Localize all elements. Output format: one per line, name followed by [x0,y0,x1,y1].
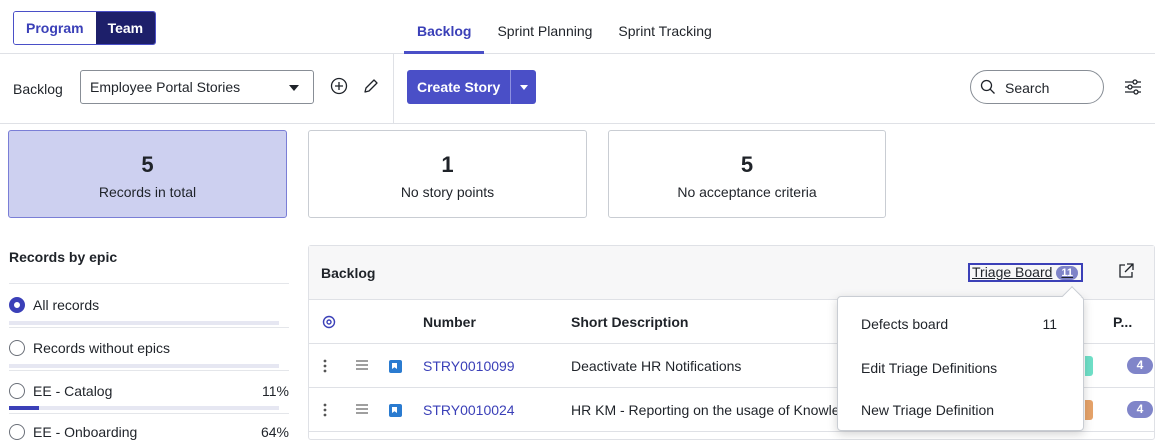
epic-label: Records without epics [33,340,170,356]
add-circle-icon[interactable] [330,77,348,95]
search-input[interactable]: Search [970,70,1104,104]
triage-dropdown-menu: Defects board 11 Edit Triage Definitions… [837,286,1084,431]
story-icon [389,360,402,373]
state-indicator [1085,400,1093,420]
create-story-button[interactable]: Create Story [407,70,511,104]
panel-header: Backlog Triage Board 11 [309,246,1154,300]
create-story-dropdown-button[interactable] [510,70,537,104]
program-toggle-button[interactable]: Program [14,12,96,44]
caret-down-icon [289,85,299,91]
epic-item-all-records[interactable]: All records [9,294,289,316]
tab-backlog[interactable]: Backlog [404,0,485,54]
column-header-priority[interactable]: P... [1113,314,1132,330]
top-bar: Program Team Backlog Sprint Planning Spr… [0,0,1155,54]
epic-percent: 11% [262,383,289,399]
triage-board-link[interactable]: Triage Board 11 [968,263,1084,282]
priority-badge: 4 [1127,357,1153,374]
search-icon [980,79,995,94]
more-options-icon[interactable] [323,402,327,418]
epic-progress-bar [9,364,279,368]
story-number-link[interactable]: STRY0010024 [423,402,515,418]
divider [9,327,289,328]
drag-handle-icon[interactable] [356,404,368,414]
triage-count-badge: 11 [1056,265,1079,280]
priority-badge: 4 [1127,401,1153,418]
tab-sprint-tracking[interactable]: Sprint Tracking [605,0,724,54]
epic-item-ee-catalog[interactable]: EE - Catalog 11% [9,380,289,402]
column-header-short-description[interactable]: Short Description [571,314,688,330]
toolbar: Backlog Employee Portal Stories Create S… [0,54,1155,124]
epic-percent: 64% [260,424,289,440]
epic-progress-bar [9,406,279,410]
toolbar-divider [393,54,394,124]
tab-sprint-planning[interactable]: Sprint Planning [484,0,605,54]
divider [9,283,289,284]
create-story-split-button: Create Story [407,70,537,104]
metric-card-records-total[interactable]: 5 Records in total [8,130,287,218]
radio-selected[interactable] [9,297,25,313]
panel-title: Backlog [321,265,376,281]
epic-progress-bar [9,321,279,325]
team-toggle-button[interactable]: Team [95,12,156,44]
metric-value: 1 [441,152,454,177]
backlog-select-value: Employee Portal Stories [90,79,241,95]
epic-label: EE - Onboarding [33,424,138,440]
radio[interactable] [9,383,25,399]
epic-item-without-epics[interactable]: Records without epics [9,337,289,359]
search-placeholder: Search [1005,80,1050,96]
menu-item-edit-triage-definitions[interactable]: Edit Triage Definitions [861,360,997,376]
records-by-epic-title: Records by epic [9,249,118,265]
triage-board-label: Triage Board [972,264,1053,280]
menu-item-new-triage-definition[interactable]: New Triage Definition [861,402,994,418]
menu-item-defects-board[interactable]: Defects board [861,316,948,332]
more-options-icon[interactable] [323,358,327,374]
open-external-icon[interactable] [1117,262,1135,280]
column-header-number[interactable]: Number [423,314,476,330]
divider [9,370,289,371]
defects-board-count: 11 [1042,316,1057,332]
epic-progress-fill [9,406,39,410]
epic-label: All records [33,297,100,313]
view-tabs: Backlog Sprint Planning Sprint Tracking [404,0,725,54]
filter-settings-icon[interactable] [1124,79,1142,95]
radio[interactable] [9,424,25,440]
short-description: Deactivate HR Notifications [571,358,742,374]
metric-value: 5 [141,152,154,177]
story-number-link[interactable]: STRY0010099 [423,358,515,374]
metric-value: 5 [740,152,754,177]
epic-item-ee-onboarding[interactable]: EE - Onboarding 64% [9,421,289,440]
column-settings-icon[interactable] [322,315,336,329]
program-team-toggle: Program Team [13,11,157,45]
metric-card-no-story-points[interactable]: 1 No story points [308,130,587,218]
metric-label: No acceptance criteria [677,184,817,200]
short-description: HR KM - Reporting on the usage of Knowle… [571,402,837,418]
divider [9,413,289,414]
metric-label: No story points [400,184,495,200]
drag-handle-icon[interactable] [356,360,368,370]
radio[interactable] [9,340,25,356]
metric-card-no-acceptance-criteria[interactable]: 5 No acceptance criteria [608,130,886,218]
story-icon [389,404,402,417]
backlog-select[interactable]: Employee Portal Stories [80,70,314,104]
metric-label: Records in total [98,184,197,200]
epic-label: EE - Catalog [33,383,113,399]
backlog-label: Backlog [13,81,63,97]
edit-pencil-icon[interactable] [362,77,380,95]
state-indicator [1085,356,1093,376]
